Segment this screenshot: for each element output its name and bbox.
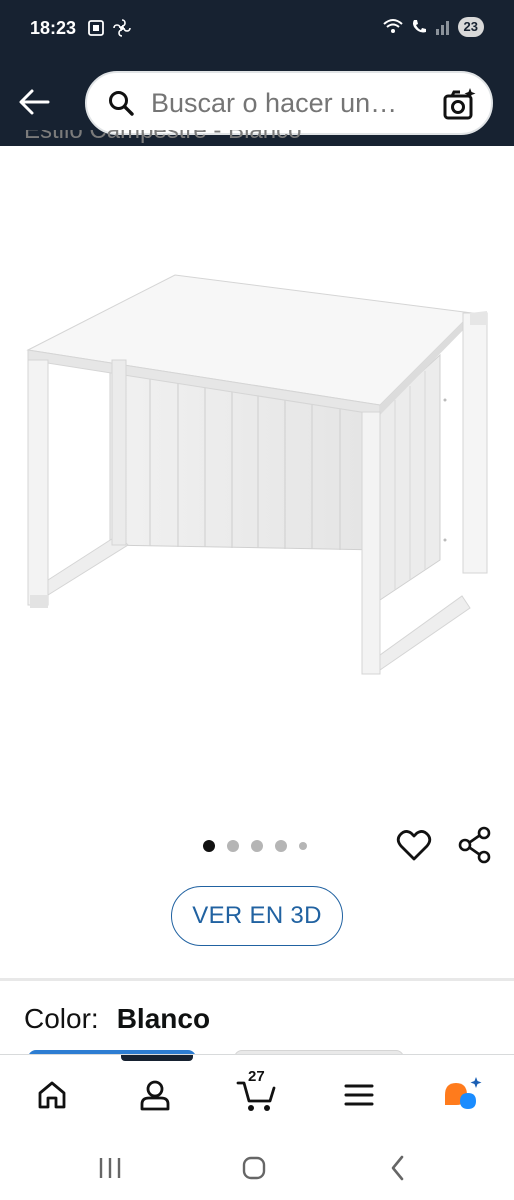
- carousel-dot[interactable]: [275, 840, 287, 852]
- search-icon: [109, 91, 134, 116]
- home-button[interactable]: [234, 1150, 274, 1186]
- account-icon: [140, 1080, 170, 1111]
- nav-account[interactable]: [133, 1073, 177, 1117]
- heart-icon[interactable]: [395, 826, 433, 864]
- call-icon: [412, 20, 426, 33]
- color-value: Blanco: [116, 1003, 211, 1034]
- home-icon: [38, 1081, 66, 1109]
- nav-rufus[interactable]: [440, 1073, 484, 1117]
- product-image[interactable]: [0, 200, 514, 760]
- cart-count-badge: 27: [248, 1068, 265, 1085]
- menu-icon: [344, 1084, 374, 1106]
- status-time: 18:23: [30, 18, 77, 38]
- back-button[interactable]: [16, 84, 52, 120]
- divider: [0, 978, 514, 981]
- recents-button[interactable]: [90, 1150, 130, 1186]
- system-back-button[interactable]: [378, 1150, 418, 1186]
- system-navigation-bar: [0, 1136, 514, 1200]
- carousel-dot[interactable]: [299, 842, 307, 850]
- view-in-3d-button[interactable]: VER EN 3D: [171, 886, 343, 946]
- rufus-icon: [445, 1077, 482, 1109]
- color-label: Color:: [24, 1003, 99, 1034]
- top-bar: 18:23 23: [0, 0, 514, 146]
- search-bar[interactable]: [85, 71, 493, 135]
- status-right-icons: 23: [382, 17, 484, 37]
- carousel-dot[interactable]: [251, 840, 263, 852]
- home-icon: [242, 1156, 266, 1180]
- product-title-partial: Estilo Campestre - Blanco: [24, 130, 302, 144]
- wifi-icon: [382, 19, 403, 33]
- fan-icon: [113, 19, 131, 37]
- carousel-dot[interactable]: [227, 840, 239, 852]
- carousel-dot[interactable]: [203, 840, 215, 852]
- bottom-navigation: [0, 1054, 514, 1137]
- nav-home[interactable]: [30, 1073, 74, 1117]
- back-arrow-icon: [19, 89, 50, 115]
- status-left-icons: [86, 18, 132, 38]
- recents-icon: [99, 1158, 121, 1178]
- active-tab-indicator: [121, 1055, 193, 1061]
- carousel-dots: [203, 840, 307, 852]
- search-input[interactable]: [149, 86, 438, 120]
- color-selection: Color: Blanco: [24, 1003, 210, 1035]
- signal-icon: [435, 21, 449, 35]
- screenshot-icon: [88, 20, 104, 36]
- nav-menu[interactable]: [337, 1073, 381, 1117]
- back-icon: [391, 1155, 404, 1181]
- share-icon[interactable]: [457, 826, 493, 864]
- camera-search-icon[interactable]: [441, 87, 477, 123]
- battery-badge: 23: [457, 17, 484, 37]
